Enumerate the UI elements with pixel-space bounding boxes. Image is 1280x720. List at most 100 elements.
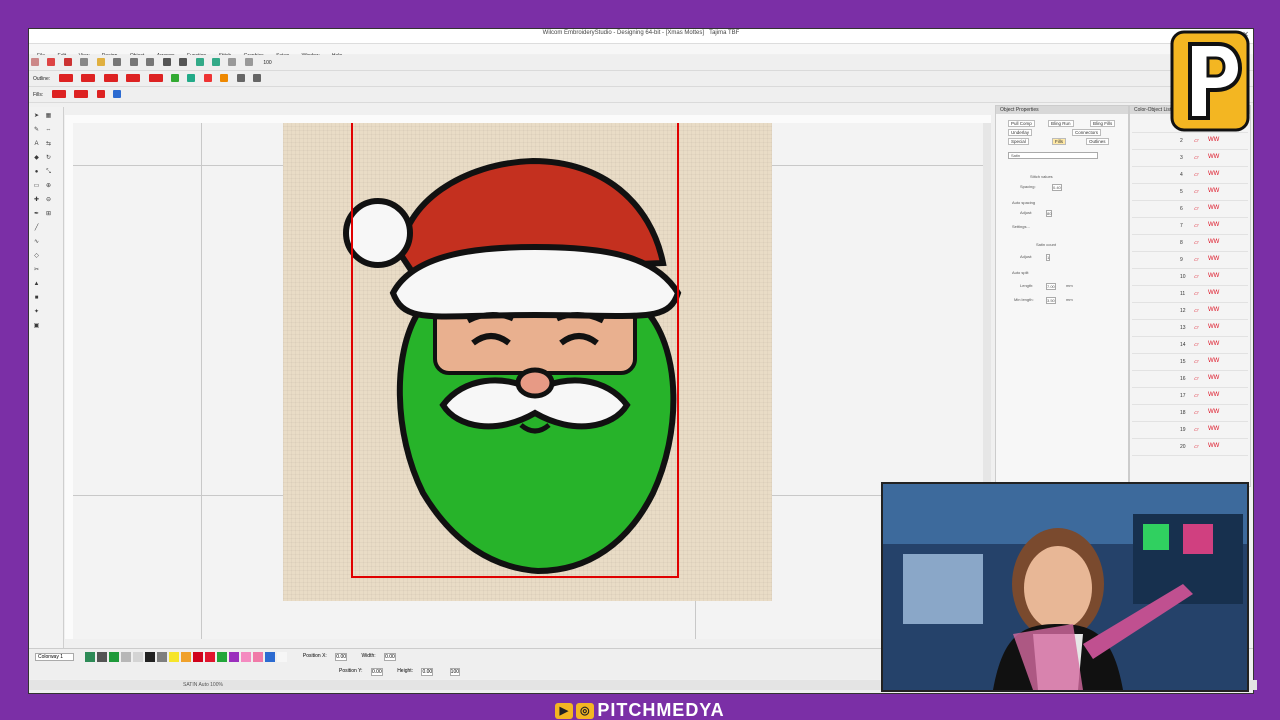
list-item[interactable]: 12 ▱ WW (1132, 303, 1248, 320)
zoom-value[interactable]: 100 (263, 60, 271, 66)
tree-icon[interactable] (170, 74, 179, 82)
tab-outlines[interactable]: Outlines (1086, 138, 1109, 145)
outline-zigzag-icon[interactable] (126, 74, 141, 82)
palette-swatch[interactable] (193, 652, 204, 662)
palette-swatch[interactable] (133, 652, 144, 662)
palette-swatch[interactable] (241, 652, 252, 662)
auto-split-checkbox[interactable]: Auto split (1012, 270, 1028, 275)
align-icon[interactable] (220, 74, 229, 82)
palette-swatch[interactable] (277, 652, 288, 662)
measure-icon[interactable]: ⇔ (45, 127, 52, 134)
line-icon[interactable]: ╱ (33, 225, 40, 232)
stop-icon[interactable] (203, 74, 212, 82)
tab-pull-comp[interactable]: Pull Comp (1008, 120, 1035, 127)
reshape-icon[interactable]: ✎ (33, 127, 40, 134)
palette-swatch[interactable] (157, 652, 168, 662)
palette-swatch[interactable] (217, 652, 228, 662)
adjust-input[interactable]: 80 (1046, 210, 1053, 217)
shape-icon[interactable]: ◆ (33, 155, 40, 162)
design-canvas[interactable] (73, 123, 991, 639)
list-item[interactable]: 18 ▱ WW (1132, 405, 1248, 422)
fill-motif-icon[interactable] (113, 90, 122, 98)
redo-icon[interactable] (179, 58, 188, 66)
curve-icon[interactable]: ∿ (33, 239, 40, 246)
palette-swatch[interactable] (181, 652, 192, 662)
fill-pattern-icon[interactable] (96, 90, 105, 98)
position-y-input[interactable]: 0.00 (371, 668, 383, 676)
knife-icon[interactable]: ✂ (33, 267, 40, 274)
spacing-input[interactable]: 0.40 (1052, 184, 1062, 191)
outline-blanket-icon[interactable] (148, 74, 163, 82)
colorway-select[interactable]: Colorway 1 (35, 653, 75, 661)
fill-type-select[interactable]: Satin (1008, 152, 1098, 159)
list-item[interactable]: 8 ▱ WW (1132, 235, 1248, 252)
list-item[interactable]: 3 ▱ WW (1132, 150, 1248, 167)
zoom-in-icon[interactable] (228, 58, 237, 66)
tab-bling-run[interactable]: Bling Run (1048, 120, 1074, 127)
palette-swatch[interactable] (97, 652, 108, 662)
palette-swatch[interactable] (205, 652, 216, 662)
travel-icon[interactable] (211, 58, 220, 66)
digitize-icon[interactable]: ✚ (33, 197, 40, 204)
bucket-icon[interactable]: ▲ (33, 281, 40, 288)
list-item[interactable]: 16 ▱ WW (1132, 371, 1248, 388)
outline-run-icon[interactable] (81, 74, 96, 82)
cut-icon[interactable] (113, 58, 122, 66)
grid-icon[interactable]: ▦ (45, 113, 52, 120)
list-item[interactable]: 11 ▱ WW (1132, 286, 1248, 303)
rect-icon[interactable]: ▭ (33, 183, 40, 190)
settings-button[interactable]: Settings... (1012, 224, 1030, 229)
pen-icon[interactable]: ✒ (33, 211, 40, 218)
palette-swatch[interactable] (265, 652, 276, 662)
outline-satin-icon[interactable] (103, 74, 118, 82)
lock-icon[interactable]: ▣ (33, 323, 40, 330)
list-item[interactable]: 20 ▱ WW (1132, 439, 1248, 456)
list-item[interactable]: 14 ▱ WW (1132, 337, 1248, 354)
list-item[interactable]: 13 ▱ WW (1132, 320, 1248, 337)
stitch-player-icon[interactable] (195, 58, 204, 66)
tab-special[interactable]: Special (1008, 138, 1029, 145)
scale-icon[interactable]: ⤡ (45, 169, 52, 176)
mirror-icon[interactable]: ⇆ (45, 141, 52, 148)
outline-stitch-icon[interactable] (58, 74, 73, 82)
select-icon[interactable]: ➤ (33, 113, 40, 120)
text-icon[interactable]: A (33, 141, 40, 148)
palette-swatch[interactable] (169, 652, 180, 662)
wand-icon[interactable]: ✦ (33, 309, 40, 316)
zoom-out-icon[interactable] (244, 58, 253, 66)
weld-icon[interactable]: ⊕ (45, 183, 52, 190)
palette-swatch[interactable] (109, 652, 120, 662)
list-item[interactable]: 17 ▱ WW (1132, 388, 1248, 405)
list-item[interactable]: 6 ▱ WW (1132, 201, 1248, 218)
new-icon[interactable] (31, 58, 39, 66)
save-icon[interactable] (63, 58, 72, 66)
palette-swatch[interactable] (121, 652, 132, 662)
palette-swatch[interactable] (253, 652, 264, 662)
position-x-input[interactable]: 0.00 (335, 653, 348, 661)
fill-tatami-icon[interactable] (51, 90, 66, 98)
paste-icon[interactable] (146, 58, 155, 66)
list-item[interactable]: 7 ▱ WW (1132, 218, 1248, 235)
rotate-icon[interactable]: ↻ (45, 155, 52, 162)
list-item[interactable]: 9 ▱ WW (1132, 252, 1248, 269)
circle-icon[interactable]: ● (33, 169, 40, 176)
width-input[interactable]: 0.00 (384, 653, 396, 661)
transform-icon[interactable] (253, 74, 262, 82)
tab-connectors[interactable]: Connectors (1072, 129, 1102, 136)
list-item[interactable]: 10 ▱ WW (1132, 269, 1248, 286)
palette-swatch[interactable] (85, 652, 96, 662)
list-item[interactable]: 4 ▱ WW (1132, 167, 1248, 184)
zoom-input[interactable]: 100 (449, 668, 461, 676)
list-item[interactable]: 15 ▱ WW (1132, 354, 1248, 371)
min-length-input[interactable]: 3.50 (1046, 297, 1056, 304)
shirt-icon[interactable] (187, 74, 196, 82)
length-input[interactable]: 7.00 (1046, 283, 1056, 290)
folder-icon[interactable] (96, 58, 105, 66)
undo-icon[interactable] (162, 58, 171, 66)
adjust2-input[interactable]: 1 (1046, 254, 1051, 261)
tab-bling-fills[interactable]: Bling Fills (1090, 120, 1116, 127)
tab-underlay[interactable]: Underlay (1008, 129, 1033, 136)
list-item[interactable]: 19 ▱ WW (1132, 422, 1248, 439)
print-icon[interactable] (80, 58, 89, 66)
trim-icon[interactable]: ⊖ (45, 197, 52, 204)
